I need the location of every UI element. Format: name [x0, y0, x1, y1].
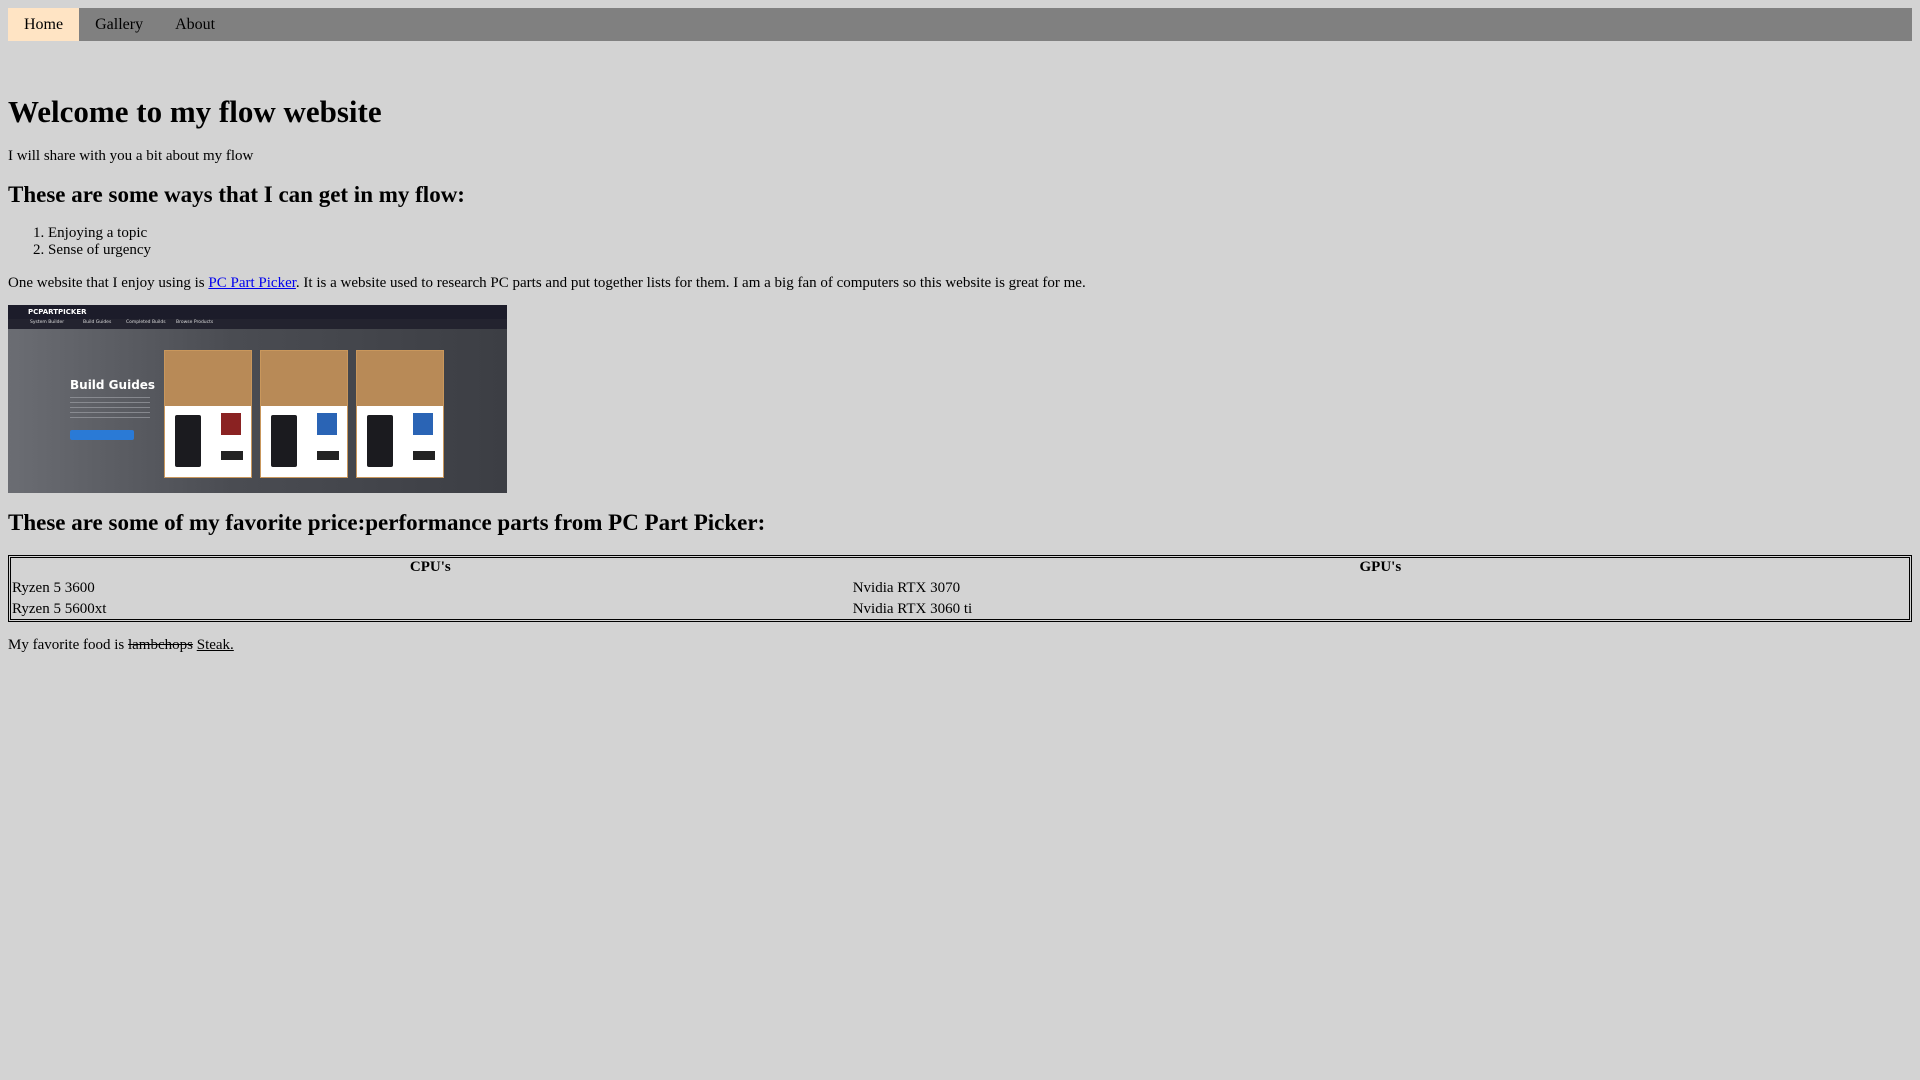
ways-list: Enjoying a topic Sense of urgency — [8, 225, 1912, 259]
build-card — [164, 350, 252, 479]
table-row: Ryzen 5 3600 Nvidia RTX 3070 — [11, 579, 1909, 598]
pc-case-icon — [271, 415, 297, 468]
screenshot-logo: PCPARTPICKER — [28, 308, 87, 317]
build-card — [260, 350, 348, 479]
food-text: My favorite food is — [8, 636, 128, 653]
screenshot-nav-item: Completed Builds — [126, 320, 166, 326]
nav-gallery[interactable]: Gallery — [79, 8, 159, 41]
table-cell: Nvidia RTX 3060 ti — [852, 600, 973, 617]
cpu-box-icon — [413, 413, 433, 436]
card-header — [261, 351, 347, 407]
pc-part-picker-link[interactable]: PC Part Picker — [208, 275, 296, 291]
nav-home[interactable]: Home — [8, 8, 80, 41]
top-nav: Home Gallery About — [8, 8, 1912, 41]
pc-case-icon — [367, 415, 393, 468]
paragraph-text: . It is a website used to research PC pa… — [295, 275, 1086, 292]
food-struck: lambchops — [127, 636, 193, 653]
paragraph-text: One website that I enjoy using is — [8, 275, 209, 292]
card-header — [357, 351, 443, 407]
table-row: Ryzen 5 5600xt Nvidia RTX 3060 ti — [11, 600, 1909, 619]
favorite-food: My favorite food is lambchops Steak. — [8, 637, 1912, 654]
list-item: Sense of urgency — [48, 242, 1912, 259]
food-underlined: Steak. — [196, 636, 234, 653]
screenshot-nav-item: System Builder — [30, 320, 65, 326]
screenshot-heading: Build Guides — [70, 378, 156, 393]
ways-heading: These are some ways that I can get in my… — [8, 181, 465, 207]
website-paragraph: One website that I enjoy using is PC Par… — [8, 275, 1912, 292]
cpu-box-icon — [317, 413, 337, 436]
screenshot-button — [70, 430, 134, 441]
pc-case-icon — [175, 415, 201, 468]
table-header-row: CPU's GPU's — [11, 558, 1909, 577]
screenshot-nav-item: Build Guides — [83, 320, 112, 326]
gpu-icon — [413, 451, 435, 461]
pc-part-picker-screenshot: PCPARTPICKER System Builder Build Guides… — [8, 305, 507, 494]
screenshot-subtext — [70, 397, 150, 422]
gpu-icon — [221, 451, 243, 461]
card-header — [165, 351, 251, 407]
parts-table: CPU's GPU's Ryzen 5 3600 Nvidia RTX 3070… — [8, 554, 1912, 622]
page-title: Welcome to my flow website — [8, 94, 382, 129]
column-header-gpus: GPU's — [1359, 558, 1402, 575]
nav-about[interactable]: About — [159, 8, 231, 41]
column-header-cpus: CPU's — [409, 558, 451, 575]
cpu-box-icon — [221, 413, 241, 436]
table-cell: Nvidia RTX 3070 — [852, 579, 961, 596]
list-item: Enjoying a topic — [48, 225, 1912, 242]
table-cell: Ryzen 5 5600xt — [12, 600, 107, 617]
screenshot-nav-item: Browse Products — [176, 320, 214, 326]
table-cell: Ryzen 5 3600 — [12, 579, 95, 596]
gpu-icon — [317, 451, 339, 461]
intro-text: I will share with you a bit about my flo… — [8, 147, 254, 164]
parts-heading: These are some of my favorite price:perf… — [8, 510, 766, 536]
build-card — [356, 350, 444, 479]
